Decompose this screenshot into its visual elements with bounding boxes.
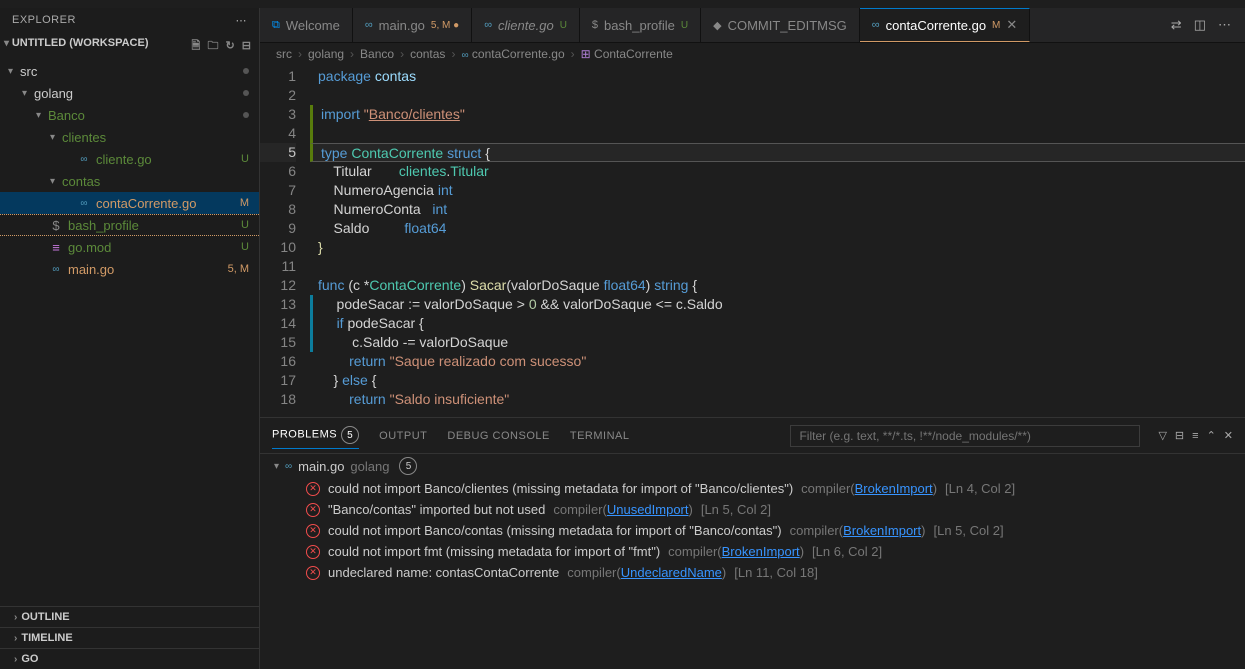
tab-bash_profile[interactable]: $bash_profileU xyxy=(580,8,701,42)
explorer-title: EXPLORER xyxy=(12,14,76,27)
close-icon[interactable]: ✕ xyxy=(1006,17,1017,33)
section-go[interactable]: ›GO xyxy=(0,648,259,669)
more-icon[interactable]: ⋯ xyxy=(1218,17,1231,33)
crumb[interactable]: src xyxy=(276,47,292,61)
crumb[interactable]: golang xyxy=(308,47,344,61)
close-panel-icon[interactable]: ✕ xyxy=(1224,430,1233,442)
go-icon: ∞ xyxy=(365,19,373,31)
crumb[interactable]: Banco xyxy=(360,47,394,61)
tab-cliente-go[interactable]: ∞cliente.goU xyxy=(472,8,580,42)
problem-item[interactable]: ✕could not import Banco/clientes (missin… xyxy=(260,478,1245,499)
explorer-more-icon[interactable]: ⋯ xyxy=(236,14,248,27)
panel-tab-terminal[interactable]: TERMINAL xyxy=(570,426,630,446)
minimap[interactable] xyxy=(1143,65,1243,215)
editor-tabs: ⧉Welcome∞main.go5, M ●∞cliente.goU$bash_… xyxy=(260,8,1245,43)
tree-item[interactable]: ≡go.modU xyxy=(0,236,259,258)
error-icon: ✕ xyxy=(306,545,320,559)
tab-label: main.go xyxy=(379,18,425,33)
problem-item[interactable]: ✕could not import Banco/contas (missing … xyxy=(260,520,1245,541)
go-icon: ∞ xyxy=(484,19,492,31)
crumb[interactable]: ⊞ ContaCorrente xyxy=(581,47,673,61)
shell-icon: $ xyxy=(592,19,598,31)
panel-tab-output[interactable]: OUTPUT xyxy=(379,426,427,446)
problem-file[interactable]: ▾ ∞ main.go golang 5 xyxy=(260,454,1245,478)
chevron-up-icon[interactable]: ⌃ xyxy=(1207,430,1216,442)
problems-filter-input[interactable] xyxy=(790,425,1140,447)
section-outline[interactable]: ›OUTLINE xyxy=(0,606,259,627)
filter-icon[interactable]: ▽ xyxy=(1158,430,1166,442)
git-icon: ◆ xyxy=(713,19,721,32)
sidebar: EXPLORER ⋯ ▾ UNTITLED (WORKSPACE) 🗎 🗀 ↻ … xyxy=(0,8,260,669)
tree-item[interactable]: $bash_profileU xyxy=(0,214,259,236)
tree-item[interactable]: ▾src xyxy=(0,60,259,82)
problem-item[interactable]: ✕undeclared name: contasContaCorrente co… xyxy=(260,562,1245,583)
tree-item[interactable]: ∞main.go5, M xyxy=(0,258,259,280)
tab-welcome[interactable]: ⧉ Welcome xyxy=(260,8,353,42)
tab-main-go[interactable]: ∞main.go5, M ● xyxy=(353,8,472,42)
collapse-icon[interactable]: ⊟ xyxy=(242,40,251,52)
list-icon[interactable]: ≡ xyxy=(1192,430,1198,442)
tree-item[interactable]: ▾clientes xyxy=(0,126,259,148)
tree-item[interactable]: ▾golang xyxy=(0,82,259,104)
tree-item[interactable]: ∞cliente.goU xyxy=(0,148,259,170)
section-timeline[interactable]: ›TIMELINE xyxy=(0,627,259,648)
new-file-icon[interactable]: 🗎 xyxy=(192,40,201,52)
collapse-icon[interactable]: ⊟ xyxy=(1175,430,1184,442)
tab-commit_editmsg[interactable]: ◆ COMMIT_EDITMSG xyxy=(701,8,860,42)
tab-label: Welcome xyxy=(286,18,340,33)
file-tree: ▾src▾golang▾Banco▾clientes∞cliente.goU▾c… xyxy=(0,60,259,606)
refresh-icon[interactable]: ↻ xyxy=(226,40,235,52)
tab-label: contaCorrente.go xyxy=(886,18,986,33)
workspace-name: UNTITLED (WORKSPACE) xyxy=(12,37,149,49)
problem-item[interactable]: ✕"Banco/contas" imported but not used co… xyxy=(260,499,1245,520)
tab-contacorrente-go[interactable]: ∞contaCorrente.goM✕ xyxy=(860,8,1031,42)
error-icon: ✕ xyxy=(306,524,320,538)
tab-label: cliente.go xyxy=(498,18,554,33)
vscode-icon: ⧉ xyxy=(272,19,280,32)
problem-item[interactable]: ✕could not import fmt (missing metadata … xyxy=(260,541,1245,562)
error-icon: ✕ xyxy=(306,566,320,580)
split-icon[interactable]: ◫ xyxy=(1194,17,1206,33)
breadcrumb[interactable]: src›golang›Banco›contas›∞ contaCorrente.… xyxy=(260,43,1245,65)
go-icon: ∞ xyxy=(872,19,880,31)
tree-item[interactable]: ▾contas xyxy=(0,170,259,192)
tab-label: bash_profile xyxy=(604,18,675,33)
new-folder-icon[interactable]: 🗀 xyxy=(207,40,218,52)
tree-item[interactable]: ∞contaCorrente.goM xyxy=(0,192,259,214)
tree-item[interactable]: ▾Banco xyxy=(0,104,259,126)
error-icon: ✕ xyxy=(306,482,320,496)
tab-label: COMMIT_EDITMSG xyxy=(728,18,847,33)
bottom-panel: PROBLEMS5 OUTPUT DEBUG CONSOLE TERMINAL ▽ ⊟ ≡ ⌃… xyxy=(260,417,1245,669)
panel-tab-problems[interactable]: PROBLEMS5 xyxy=(272,422,359,449)
code-editor[interactable]: 123456789101112131415161718 package cont… xyxy=(260,65,1245,417)
compare-icon[interactable]: ⇄ xyxy=(1171,17,1182,33)
panel-tab-debug-console[interactable]: DEBUG CONSOLE xyxy=(447,426,549,446)
crumb[interactable]: contas xyxy=(410,47,445,61)
crumb[interactable]: ∞ contaCorrente.go xyxy=(461,47,564,61)
error-icon: ✕ xyxy=(306,503,320,517)
